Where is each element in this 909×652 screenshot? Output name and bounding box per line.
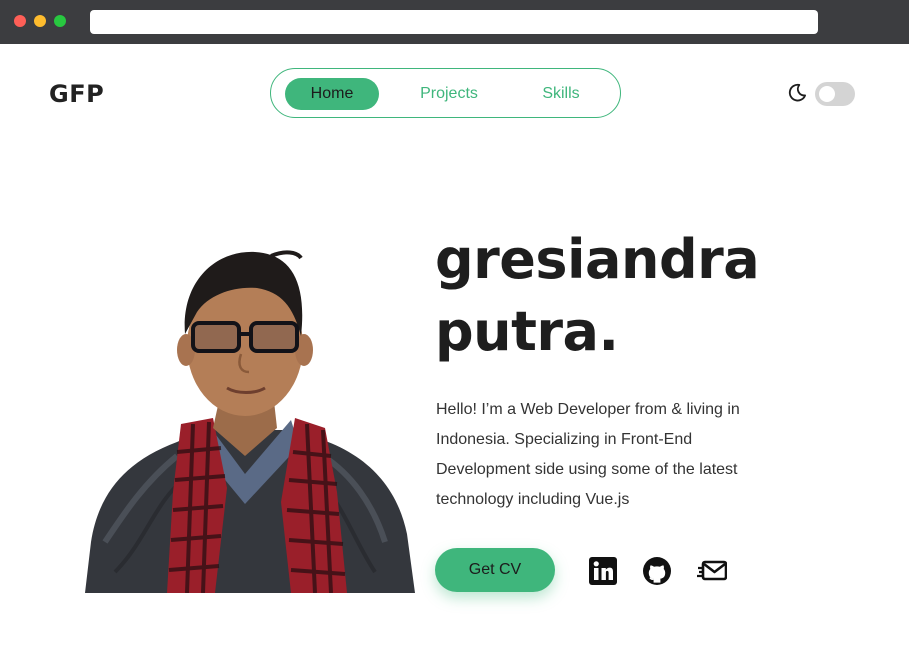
nav-home[interactable]: Home: [285, 78, 379, 110]
get-cv-button[interactable]: Get CV: [435, 548, 555, 592]
linkedin-icon[interactable]: [588, 556, 618, 586]
minimize-window-button[interactable]: [34, 15, 46, 27]
main-nav: Home Projects Skills: [270, 68, 621, 118]
mail-icon[interactable]: [697, 556, 727, 586]
nav-skills[interactable]: Skills: [523, 78, 599, 110]
hero-name: gresiandra putra.: [435, 224, 865, 368]
hero-name-line-2: putra.: [435, 300, 619, 363]
hero-name-line-1: gresiandra: [435, 228, 760, 291]
dark-mode-toggle[interactable]: [815, 82, 855, 106]
moon-icon: [788, 83, 806, 102]
maximize-window-button[interactable]: [54, 15, 66, 27]
hero-bio: Hello! I’m a Web Developer from & living…: [436, 401, 740, 508]
nav-projects[interactable]: Projects: [399, 78, 499, 110]
page: GFP Home Projects Skills gresiandra putr…: [0, 44, 909, 652]
github-icon[interactable]: [642, 556, 672, 586]
address-bar[interactable]: [90, 10, 818, 34]
toggle-knob: [819, 86, 835, 102]
site-logo[interactable]: GFP: [49, 80, 104, 108]
portrait-photo: [85, 242, 415, 593]
close-window-button[interactable]: [14, 15, 26, 27]
browser-toolbar: [0, 0, 909, 44]
